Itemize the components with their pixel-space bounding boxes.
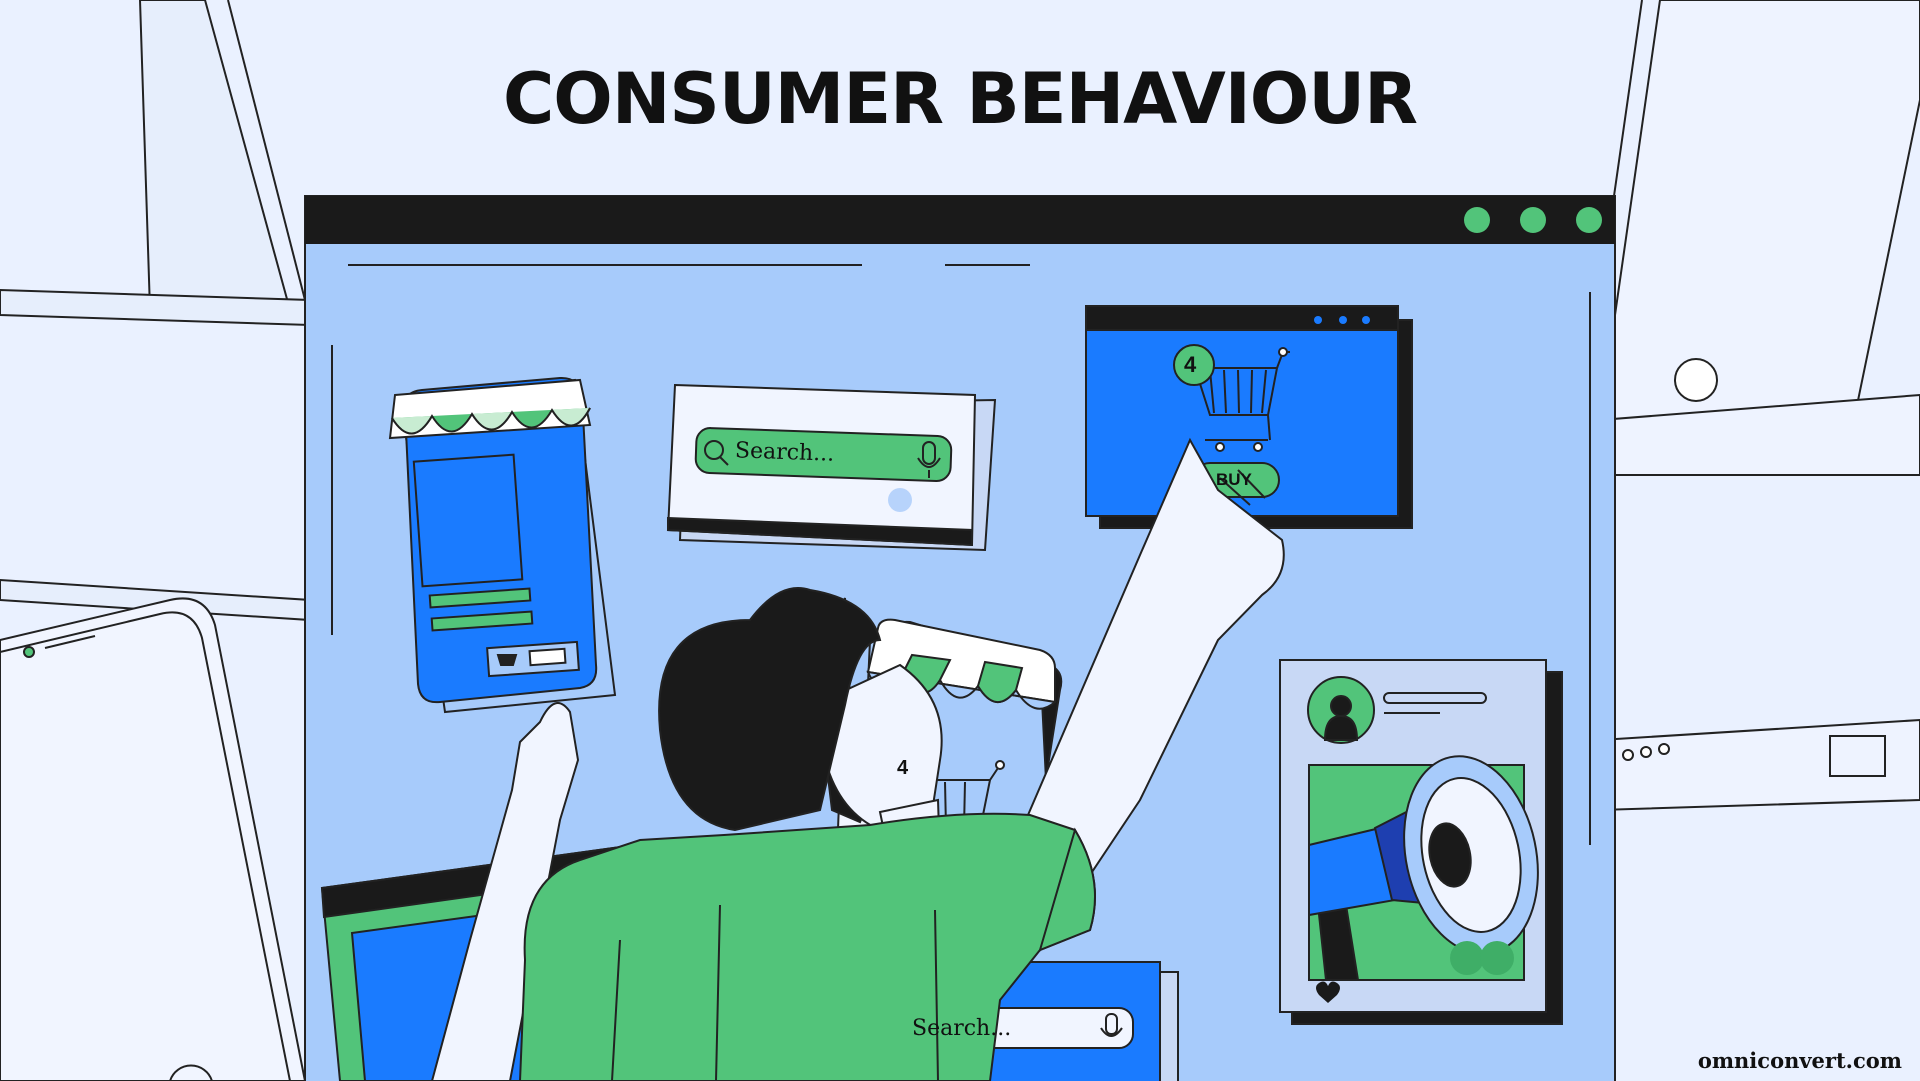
window-dot-3[interactable]	[1576, 207, 1602, 233]
social-card	[1279, 659, 1563, 1025]
brand-watermark: omniconvert.com	[1697, 1048, 1902, 1073]
window-dot-2[interactable]	[1520, 207, 1546, 233]
scene	[0, 0, 1920, 1081]
phone-shop-card	[388, 376, 617, 714]
search-placeholder-bottom: Search...	[912, 1016, 1012, 1041]
search-panel-top	[666, 383, 997, 552]
window-dot-1[interactable]	[1464, 207, 1490, 233]
illustration: CONSUMER BEHAVIOUR Search... Search... 4…	[0, 0, 1920, 1081]
shop-card-badge-count: 4	[897, 757, 909, 779]
cart-badge-count: 4	[1184, 352, 1197, 377]
page-title: CONSUMER BEHAVIOUR	[502, 58, 1418, 140]
cart-panel	[1085, 305, 1413, 529]
buy-button-label[interactable]: BUY	[1216, 470, 1252, 490]
search-placeholder-top: Search...	[734, 438, 835, 467]
